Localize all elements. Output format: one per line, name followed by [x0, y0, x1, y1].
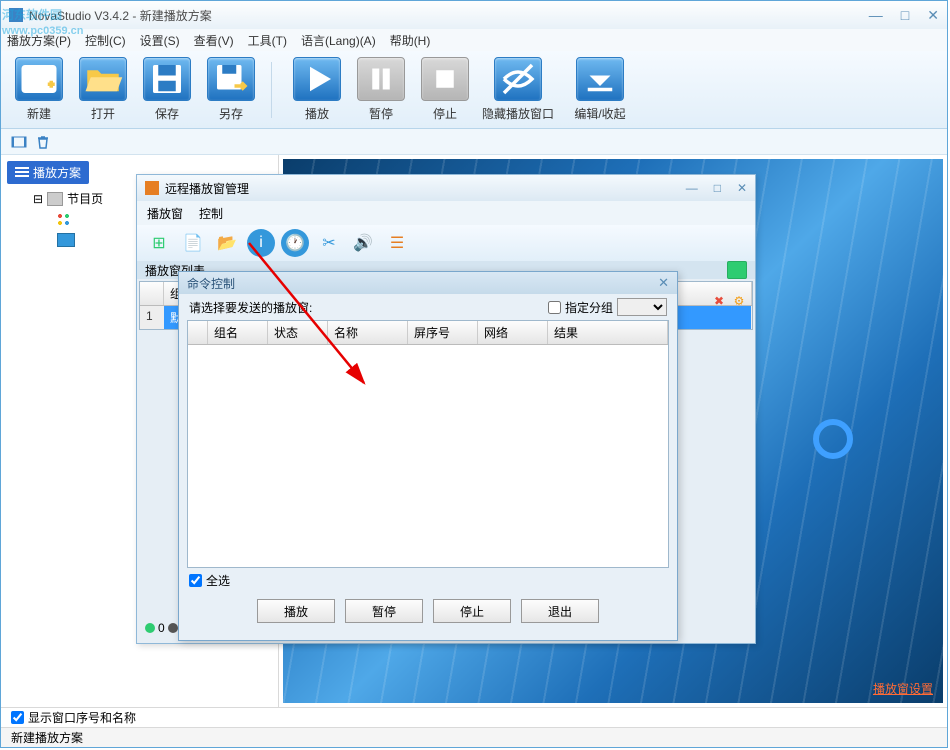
playwindow-settings-link[interactable]: 播放窗设置 — [873, 680, 933, 697]
dlg1-title: 远程播放窗管理 — [165, 180, 686, 197]
assign-group-checkbox[interactable] — [548, 301, 561, 314]
group-select[interactable] — [617, 298, 667, 316]
menu-control[interactable]: 控制(C) — [85, 32, 126, 49]
select-all-row: 全选 — [179, 568, 677, 593]
menu-plan[interactable]: 播放方案(P) — [7, 32, 71, 49]
dlg2-list-header: 组名 状态 名称 屏序号 网络 结果 — [188, 321, 668, 345]
menu-help[interactable]: 帮助(H) — [390, 32, 431, 49]
add-window-icon[interactable]: ⊞ — [145, 229, 173, 257]
menu-settings[interactable]: 设置(S) — [140, 32, 180, 49]
tree-root[interactable]: 播放方案 — [7, 161, 89, 184]
list-icon[interactable]: ☰ — [383, 229, 411, 257]
show-index-checkbox[interactable] — [11, 711, 24, 724]
menu-tools[interactable]: 工具(T) — [248, 32, 287, 49]
select-all-checkbox[interactable] — [189, 574, 202, 587]
col-blank — [140, 282, 164, 305]
open-folder-icon[interactable]: 📂 — [213, 229, 241, 257]
menu-lang[interactable]: 语言(Lang)(A) — [301, 32, 376, 49]
refresh-icon[interactable] — [727, 261, 747, 279]
film-icon — [47, 192, 63, 206]
sound-icon[interactable]: 🔊 — [349, 229, 377, 257]
dlg2-play-button[interactable]: 播放 — [257, 599, 335, 623]
dlg1-icon — [145, 181, 159, 195]
saveas-button[interactable]: 另存 — [201, 56, 261, 124]
stop-button[interactable]: 停止 — [415, 56, 475, 124]
dlg1-maximize[interactable]: □ — [714, 181, 721, 195]
sub-toolbar — [1, 129, 947, 155]
save-button[interactable]: 保存 — [137, 56, 197, 124]
dlg1-minimize[interactable]: — — [686, 181, 698, 195]
grid-icon — [57, 213, 75, 227]
dlg2-stop-button[interactable]: 停止 — [433, 599, 511, 623]
preview-logo-icon — [813, 419, 853, 459]
dlg1-menu-control[interactable]: 控制 — [199, 205, 223, 222]
green-dot-icon — [145, 623, 155, 633]
add-page-icon[interactable]: 📄 — [179, 229, 207, 257]
dlg1-menubar: 播放窗 控制 — [137, 201, 755, 225]
info-icon[interactable]: i — [247, 229, 275, 257]
film-icon[interactable] — [11, 134, 27, 150]
dlg1-toolbar: ⊞ 📄 📂 i 🕐 ✂ 🔊 ☰ — [137, 225, 755, 261]
toolbar-separator — [271, 62, 277, 118]
clock-icon[interactable]: 🕐 — [281, 229, 309, 257]
new-button[interactable]: 新建 — [9, 56, 69, 124]
play-button[interactable]: 播放 — [287, 56, 347, 124]
show-index-label: 显示窗口序号和名称 — [28, 709, 136, 726]
dlg1-close[interactable]: ✕ — [737, 181, 747, 195]
close-button[interactable]: ✕ — [927, 7, 939, 24]
dlg2-title: 命令控制 — [187, 275, 658, 292]
edit-collapse-button[interactable]: 编辑/收起 — [561, 56, 639, 124]
window-title: NovaStudio V3.4.2 - 新建播放方案 — [29, 7, 869, 24]
cut-window-icon[interactable]: ✂ — [315, 229, 343, 257]
open-button[interactable]: 打开 — [73, 56, 133, 124]
hide-window-button[interactable]: 隐藏播放窗口 — [479, 56, 557, 124]
row-delete-icon[interactable]: ✖ — [711, 293, 727, 309]
dlg2-pause-button[interactable]: 暂停 — [345, 599, 423, 623]
trash-icon[interactable] — [35, 134, 51, 150]
status-text: 新建播放方案 — [11, 729, 83, 746]
row-settings-icon[interactable]: ⚙ — [731, 293, 747, 309]
menu-view[interactable]: 查看(V) — [194, 32, 234, 49]
dlg2-prompt-row: 请选择要发送的播放窗: 指定分组 — [179, 294, 677, 320]
footer-options: 显示窗口序号和名称 — [1, 707, 947, 727]
minimize-button[interactable]: — — [869, 7, 883, 24]
dlg2-prompt: 请选择要发送的播放窗: — [189, 299, 312, 316]
maximize-button[interactable]: □ — [901, 7, 909, 24]
window-icon — [57, 233, 75, 247]
dlg1-menu-playwindow[interactable]: 播放窗 — [147, 205, 183, 222]
black-dot-icon — [168, 623, 178, 633]
dlg2-buttons: 播放 暂停 停止 退出 — [179, 593, 677, 629]
select-all-label: 全选 — [206, 572, 230, 589]
command-control-dialog: 命令控制 ✕ 请选择要发送的播放窗: 指定分组 组名 状态 名称 屏序号 网络 … — [178, 271, 678, 641]
dlg2-list: 组名 状态 名称 屏序号 网络 结果 — [187, 320, 669, 568]
dlg1-titlebar: 远程播放窗管理 — □ ✕ — [137, 175, 755, 201]
main-toolbar: 新建 打开 保存 另存 播放 暂停 停止 隐藏播放窗口 编辑/收起 — [1, 51, 947, 129]
dlg2-close[interactable]: ✕ — [658, 275, 669, 291]
pause-button[interactable]: 暂停 — [351, 56, 411, 124]
assign-group-label: 指定分组 — [565, 299, 613, 316]
statusbar: 新建播放方案 — [1, 727, 947, 747]
app-icon — [9, 8, 23, 22]
dlg2-titlebar: 命令控制 ✕ — [179, 272, 677, 294]
titlebar: NovaStudio V3.4.2 - 新建播放方案 — □ ✕ — [1, 1, 947, 29]
menubar: 播放方案(P) 控制(C) 设置(S) 查看(V) 工具(T) 语言(Lang)… — [1, 29, 947, 51]
dlg2-exit-button[interactable]: 退出 — [521, 599, 599, 623]
